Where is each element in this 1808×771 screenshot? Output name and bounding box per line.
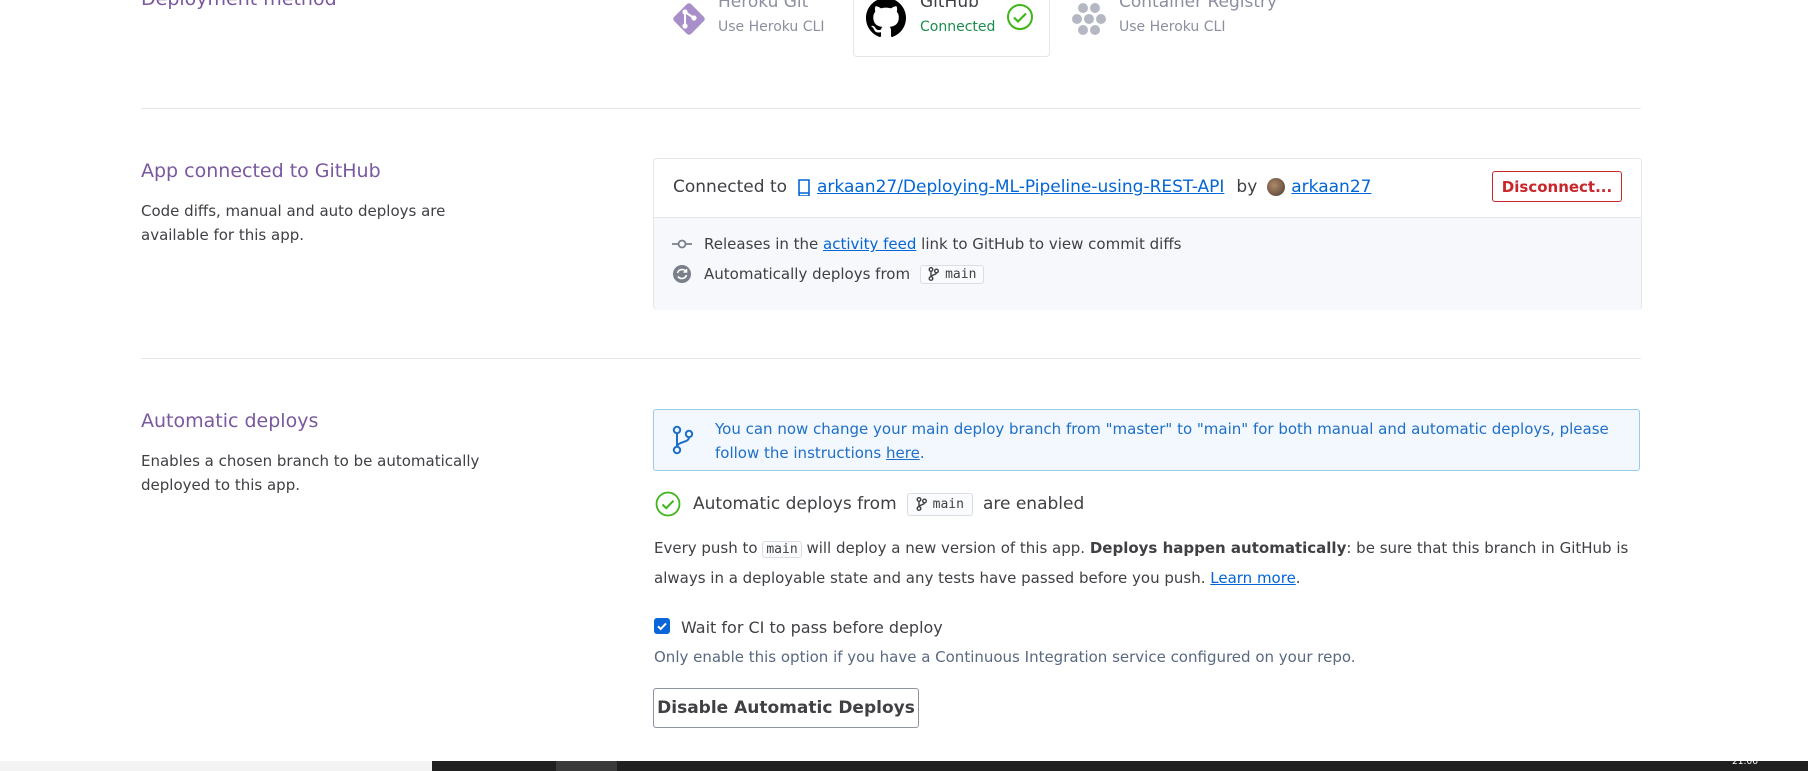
method-github[interactable]: GitHub Connected	[853, 0, 1050, 57]
repo-icon	[797, 178, 811, 196]
branch-icon	[916, 497, 927, 511]
info-period: .	[919, 444, 925, 462]
ci-hint: Only enable this option if you have a Co…	[654, 648, 1356, 666]
learn-more-link[interactable]: Learn more	[1210, 569, 1296, 587]
status-suffix: are enabled	[982, 494, 1085, 514]
branch-icon	[671, 425, 695, 459]
branch-name: main	[932, 496, 964, 512]
auto-deploy-status: Automatic deploys from main are enabled	[655, 491, 1084, 517]
divider	[141, 108, 1641, 109]
branch-name: main	[945, 266, 977, 282]
connection-row: Connected to arkaan27/Deploying-ML-Pipel…	[673, 177, 1371, 197]
commit-icon	[672, 238, 692, 250]
info-text: You can now change your main deploy bran…	[715, 420, 1609, 462]
auto-deploy-row: Automatically deploys from main	[672, 264, 985, 284]
automatic-section-description: Enables a chosen branch to be automatica…	[141, 452, 480, 494]
push-prefix: Every push to	[654, 539, 758, 557]
by-label: by	[1236, 177, 1258, 197]
push-bold: Deploys happen automatically	[1089, 539, 1347, 557]
method-title: GitHub	[920, 0, 979, 12]
push-mid: will deploy a new version of this app.	[806, 539, 1086, 557]
releases-prefix: Releases in the	[704, 235, 819, 253]
method-title: Container Registry	[1119, 0, 1278, 12]
method-title: Heroku Git	[718, 0, 809, 12]
avatar	[1267, 178, 1286, 196]
push-explanation: Every push to main will deploy a new ver…	[654, 534, 1644, 593]
branch-badge: main	[906, 492, 973, 516]
connected-prefix: Connected to	[673, 177, 788, 197]
method-subtitle: Connected	[920, 19, 996, 35]
learn-more-period: .	[1295, 569, 1301, 587]
heroku-git-icon	[668, 0, 710, 44]
branch-icon	[928, 267, 940, 281]
method-heroku-git[interactable]: Heroku Git Use Heroku CLI	[666, 0, 846, 56]
checkmark-icon	[657, 622, 667, 631]
disable-automatic-deploys-button[interactable]: Disable Automatic Deploys	[653, 688, 919, 728]
check-circle-icon	[1006, 3, 1034, 35]
branch-badge: main	[920, 264, 985, 284]
releases-row: Releases in the activity feed link to Gi…	[672, 235, 1181, 253]
releases-suffix: link to GitHub to view commit diffs	[921, 235, 1182, 253]
info-message: You can now change your main deploy bran…	[715, 417, 1615, 465]
auto-deploys-prefix: Automatically deploys from	[704, 265, 911, 283]
disconnect-button[interactable]: Disconnect...	[1492, 171, 1622, 202]
github-icon	[866, 0, 906, 42]
divider	[141, 358, 1641, 359]
check-circle-icon	[655, 491, 681, 517]
automatic-section-title: Automatic deploys	[141, 410, 319, 432]
user-link[interactable]: arkaan27	[1291, 177, 1371, 197]
taskbar: 21:06	[0, 757, 1808, 771]
wait-for-ci-label[interactable]: Wait for CI to pass before deploy	[681, 618, 943, 637]
branch-info-alert: You can now change your main deploy bran…	[653, 409, 1640, 471]
status-prefix: Automatic deploys from	[693, 494, 897, 514]
method-container-registry[interactable]: Container Registry Use Heroku CLI	[1067, 0, 1307, 56]
taskbar-search-box[interactable]	[0, 761, 432, 771]
deployment-method-title: Deployment method	[141, 0, 337, 10]
wait-for-ci-checkbox[interactable]	[654, 618, 670, 634]
method-subtitle: Use Heroku CLI	[1119, 19, 1226, 35]
instructions-link[interactable]: here	[886, 444, 920, 462]
activity-feed-link[interactable]: activity feed	[823, 235, 916, 253]
connected-section-title: App connected to GitHub	[141, 160, 381, 182]
container-registry-icon	[1069, 0, 1109, 42]
card-footer: Releases in the activity feed link to Gi…	[654, 217, 1641, 310]
sync-icon	[672, 264, 692, 284]
branch-code: main	[762, 541, 802, 558]
taskbar-clock: 21:06	[1732, 757, 1758, 767]
connected-section-description: Code diffs, manual and auto deploys are …	[141, 202, 446, 244]
github-connection-card: Connected to arkaan27/Deploying-ML-Pipel…	[653, 158, 1642, 310]
repo-link[interactable]: arkaan27/Deploying-ML-Pipeline-using-RES…	[817, 177, 1224, 197]
taskbar-active-app[interactable]	[556, 761, 617, 771]
method-subtitle: Use Heroku CLI	[718, 19, 825, 35]
